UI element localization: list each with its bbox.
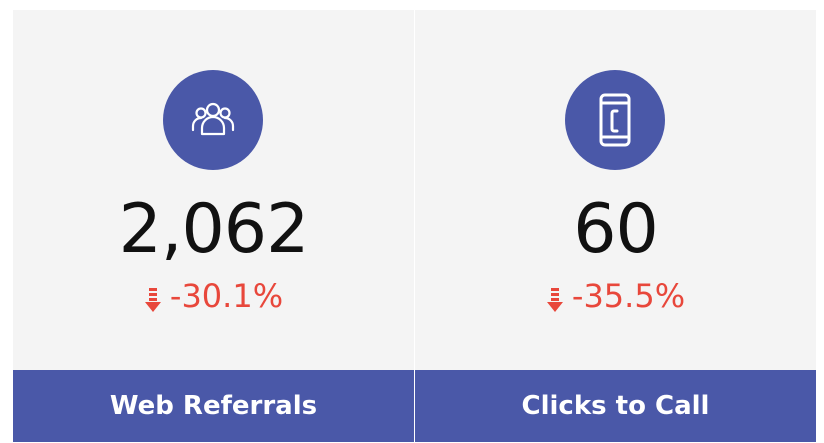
stat-label: Web Referrals [13, 370, 414, 442]
change-percent: -35.5% [571, 277, 686, 315]
stat-card-web-referrals: 2,062 -30.1% Web Referrals [13, 10, 414, 442]
stat-value: 60 [573, 190, 659, 269]
stats-row: 2,062 -30.1% Web Referrals 60 -35.5% Cli… [13, 10, 816, 442]
stat-card-clicks-to-call: 60 -35.5% Clicks to Call [415, 10, 816, 442]
stat-change: -35.5% [415, 276, 816, 316]
arrow-down-icon [144, 288, 161, 312]
arrow-down-icon [546, 288, 563, 312]
stat-change: -30.1% [13, 276, 414, 316]
stat-value: 2,062 [118, 190, 310, 269]
people-group-icon [191, 102, 235, 136]
mobile-phone-icon [599, 93, 631, 147]
icon-badge [163, 70, 263, 170]
icon-badge [565, 70, 665, 170]
change-percent: -30.1% [169, 277, 284, 315]
stat-label: Clicks to Call [415, 370, 816, 442]
